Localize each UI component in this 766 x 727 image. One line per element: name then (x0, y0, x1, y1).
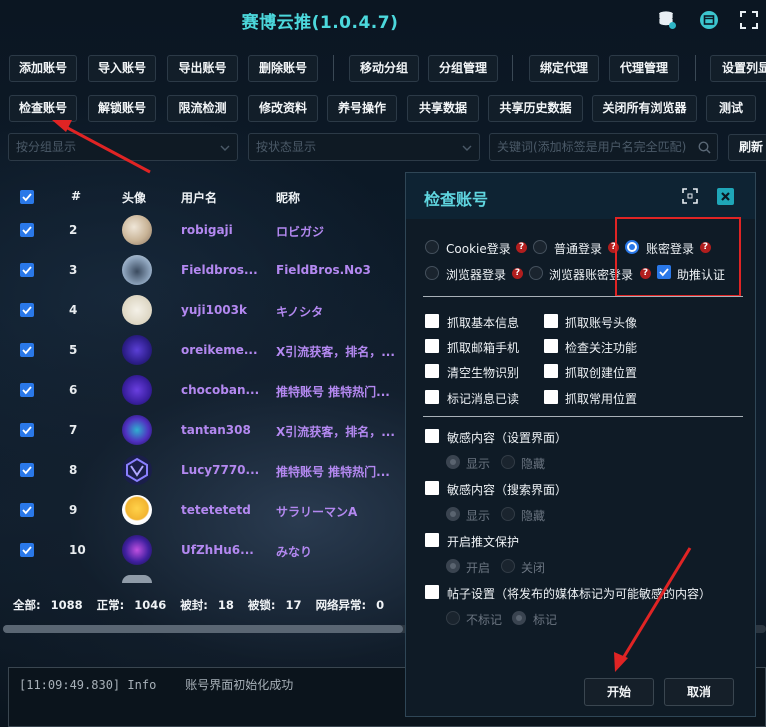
arrow-to-start-button (614, 547, 692, 672)
annotation-arrows (52, 120, 692, 672)
arrow-to-check-account (52, 120, 151, 174)
